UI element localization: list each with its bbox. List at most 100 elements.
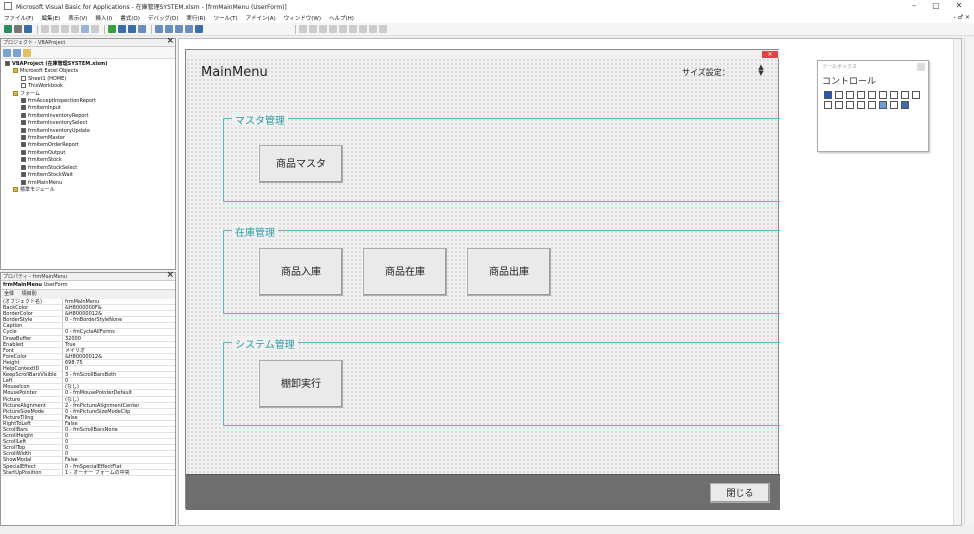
size-icon[interactable] bbox=[369, 25, 377, 33]
tree-node[interactable]: frmAcceptInspectionReport bbox=[5, 98, 175, 105]
spinbutton-tool-icon[interactable] bbox=[867, 101, 876, 109]
property-value[interactable]: 2 - fmPictureAlignmentCenter bbox=[63, 403, 139, 408]
property-value[interactable]: (なし) bbox=[63, 384, 79, 389]
bring-front-icon[interactable] bbox=[349, 25, 357, 33]
maximize-button[interactable]: ▢ bbox=[925, 0, 947, 12]
listbox-tool-icon[interactable] bbox=[867, 91, 876, 99]
property-value[interactable]: &H8000000F& bbox=[63, 305, 102, 310]
redo-icon[interactable] bbox=[91, 25, 99, 33]
tree-node[interactable]: 標準モジュール bbox=[5, 186, 175, 194]
tree-node[interactable]: VBAProject (在庫管理SYSTEM.xlsm) bbox=[5, 61, 175, 68]
stock-in-button[interactable]: 商品入庫 bbox=[259, 248, 343, 296]
object-browser-icon[interactable] bbox=[175, 25, 183, 33]
property-value[interactable]: False bbox=[63, 457, 78, 462]
property-value[interactable]: &H80000012& bbox=[63, 354, 102, 359]
select-pointer-icon[interactable] bbox=[823, 91, 832, 99]
frame-tool-icon[interactable] bbox=[911, 91, 920, 99]
scrollbar-tool-icon[interactable] bbox=[856, 101, 865, 109]
mdi-child-buttons[interactable]: - ♂ × bbox=[954, 14, 970, 21]
property-row[interactable]: StartUpPosition 1 - オーナー フォームの中央 bbox=[1, 469, 175, 476]
tree-node[interactable]: frmItemOutput bbox=[5, 149, 175, 157]
main-scrollbar[interactable] bbox=[964, 38, 974, 526]
zoom-icon[interactable] bbox=[379, 25, 387, 33]
toolbox-icon[interactable] bbox=[185, 25, 193, 33]
property-value[interactable]: 698.75 bbox=[63, 360, 83, 365]
property-value[interactable]: True bbox=[63, 342, 76, 347]
paste-icon[interactable] bbox=[61, 25, 69, 33]
group-icon[interactable] bbox=[329, 25, 337, 33]
menu-run[interactable]: 実行(R) bbox=[186, 14, 205, 22]
close-form-button[interactable]: 閉じる bbox=[710, 483, 770, 503]
menu-addins[interactable]: アドイン(A) bbox=[246, 14, 276, 22]
property-value[interactable]: 32000 bbox=[63, 336, 81, 341]
property-value[interactable]: (なし) bbox=[63, 397, 79, 402]
textbox-tool-icon[interactable] bbox=[845, 91, 854, 99]
designer-scrollbar[interactable] bbox=[953, 39, 961, 525]
tree-node[interactable]: Microsoft Excel Objects bbox=[5, 68, 175, 75]
property-value[interactable]: 0 - fmCycleAllForms bbox=[63, 329, 115, 334]
copy-icon[interactable] bbox=[51, 25, 59, 33]
toolbox-tab-controls[interactable]: コントロール bbox=[818, 71, 928, 90]
tree-node[interactable]: frmItemMaster bbox=[5, 135, 175, 142]
tree-node[interactable]: frmItemInventoryReport bbox=[5, 112, 175, 120]
refedit-tool-icon[interactable] bbox=[889, 101, 898, 109]
design-mode-icon[interactable] bbox=[138, 25, 146, 33]
combobox-tool-icon[interactable] bbox=[856, 91, 865, 99]
property-value[interactable]: False bbox=[63, 421, 78, 426]
undo-icon[interactable] bbox=[81, 25, 89, 33]
property-value[interactable]: 0 - fmMousePointerDefault bbox=[63, 390, 132, 395]
menu-window[interactable]: ウィンドウ(W) bbox=[284, 14, 321, 22]
inventory-run-button[interactable]: 棚卸実行 bbox=[259, 360, 343, 408]
ungroup-icon[interactable] bbox=[339, 25, 347, 33]
command-button-tool-icon[interactable] bbox=[823, 101, 832, 109]
save-icon[interactable] bbox=[24, 25, 32, 33]
property-value[interactable]: 3 - fmScrollBarsBoth bbox=[63, 372, 116, 377]
reset-icon[interactable] bbox=[128, 25, 136, 33]
send-back-icon[interactable] bbox=[359, 25, 367, 33]
menu-debug[interactable]: デバッグ(D) bbox=[148, 14, 179, 22]
cut-icon[interactable] bbox=[41, 25, 49, 33]
checkbox-tool-icon[interactable] bbox=[878, 91, 887, 99]
property-value[interactable]: 0 bbox=[63, 439, 68, 444]
properties-window-icon[interactable] bbox=[165, 25, 173, 33]
help-icon[interactable] bbox=[195, 25, 203, 33]
toggle-button-tool-icon[interactable] bbox=[900, 91, 909, 99]
tree-node[interactable]: ThisWorkbook bbox=[5, 83, 175, 90]
menu-help[interactable]: ヘルプ(H) bbox=[329, 14, 354, 22]
break-icon[interactable] bbox=[118, 25, 126, 33]
tabstrip-tool-icon[interactable] bbox=[834, 101, 843, 109]
property-value[interactable]: 1 - オーナー フォームの中央 bbox=[63, 470, 130, 475]
property-value[interactable]: 0 - fmScrollBarsNone bbox=[63, 427, 118, 432]
label-tool-icon[interactable] bbox=[834, 91, 843, 99]
property-value[interactable]: &H80000012& bbox=[63, 311, 102, 316]
menu-view[interactable]: 表示(V) bbox=[68, 14, 87, 22]
property-value[interactable]: 0 bbox=[63, 445, 68, 450]
object-selector[interactable]: frmMainMenu UserForm bbox=[1, 281, 175, 290]
stock-list-button[interactable]: 商品在庫 bbox=[363, 248, 447, 296]
tree-node[interactable]: Sheet1 (HOME) bbox=[5, 75, 175, 83]
userform-main-menu[interactable]: ✕ MainMenu サイズ設定： ▲ ▼ マスタ管理 商品マスタ 在庫管理 商品… bbox=[185, 49, 780, 510]
excel-view-icon[interactable] bbox=[4, 25, 12, 33]
item-master-button[interactable]: 商品マスタ bbox=[259, 145, 343, 183]
insert-userform-icon[interactable] bbox=[14, 25, 22, 33]
find-icon[interactable] bbox=[71, 25, 79, 33]
property-value[interactable]: 0 bbox=[63, 378, 68, 383]
tab-alphabetic[interactable]: 全体 bbox=[4, 291, 14, 297]
tree-node[interactable]: frmItemStockSelect bbox=[5, 164, 175, 172]
run-icon[interactable] bbox=[108, 25, 116, 33]
align-right-icon[interactable] bbox=[319, 25, 327, 33]
property-value[interactable]: 0 - fmSpecialEffectFlat bbox=[63, 464, 122, 469]
stock-out-button[interactable]: 商品出庫 bbox=[467, 248, 551, 296]
toggle-folders-icon[interactable] bbox=[23, 48, 31, 57]
property-value[interactable]: メイリオ bbox=[63, 348, 85, 353]
property-value[interactable]: 0 - fmBorderStyleNone bbox=[63, 317, 122, 322]
property-value[interactable]: 0 bbox=[63, 433, 68, 438]
property-value[interactable] bbox=[63, 323, 65, 328]
tree-node[interactable]: フォーム bbox=[5, 90, 175, 98]
property-value[interactable]: 0 - fmPictureSizeModeClip bbox=[63, 409, 130, 414]
minimize-button[interactable]: – bbox=[903, 0, 925, 12]
toolbox-close-icon[interactable] bbox=[917, 63, 925, 71]
tab-categorized[interactable]: 項目別 bbox=[22, 291, 37, 297]
align-left-icon[interactable] bbox=[299, 25, 307, 33]
close-properties-button[interactable]: × bbox=[166, 271, 174, 280]
